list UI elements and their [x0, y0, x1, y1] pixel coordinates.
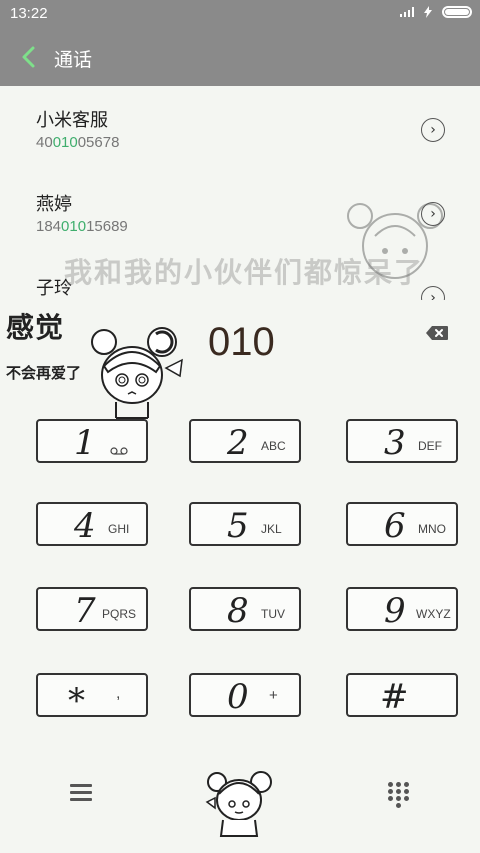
dial-key-hash[interactable]: #: [346, 673, 458, 717]
battery-icon: [442, 6, 472, 18]
contact-name: 燕婷: [36, 194, 72, 215]
chevron-right-icon[interactable]: ›: [421, 118, 445, 142]
contact-item[interactable]: 小米客服 4001005678 ›: [0, 86, 480, 170]
charging-icon: [424, 6, 432, 18]
dial-key-8[interactable]: 8 TUV: [189, 587, 301, 631]
dialpad-icon[interactable]: [388, 782, 410, 808]
status-bar: 13:22: [0, 0, 480, 28]
page-title: 通话: [54, 49, 93, 71]
bottom-bar: [0, 752, 480, 853]
backspace-icon[interactable]: [425, 325, 449, 341]
contact-name: 小米客服: [36, 110, 108, 131]
dial-key-5[interactable]: 5 JKL: [189, 502, 301, 546]
dial-key-6[interactable]: 6 MNO: [346, 502, 458, 546]
dial-key-0[interactable]: 0 +: [189, 673, 301, 717]
contact-number: 18401015689: [36, 218, 128, 235]
dial-key-4[interactable]: 4 GHI: [36, 502, 148, 546]
status-icons: [400, 6, 472, 18]
status-time: 13:22: [10, 5, 48, 22]
signal-icon: [400, 7, 414, 17]
dial-key-7[interactable]: 7 PQRS: [36, 587, 148, 631]
app-bar: 通话: [0, 28, 480, 86]
dial-key-2[interactable]: 2 ABC: [189, 419, 301, 463]
dialed-number: 010: [208, 320, 275, 364]
dial-key-1[interactable]: 1: [36, 419, 148, 463]
dial-key-star[interactable]: * ,: [36, 673, 148, 721]
menu-icon[interactable]: [70, 784, 92, 802]
dial-key-3[interactable]: 3 DEF: [346, 419, 458, 463]
overlay-title: 感觉: [6, 311, 65, 344]
overlay-subtitle: 不会再爱了: [6, 364, 82, 382]
chibi-sticker-image: [91, 327, 183, 419]
call-button[interactable]: [205, 762, 275, 838]
watermark-text: 我和我的小伙伴们都惊呆了: [64, 256, 425, 289]
voicemail-icon: [110, 447, 128, 455]
back-arrow-icon[interactable]: [18, 44, 40, 70]
dial-key-9[interactable]: 9 WXYZ: [346, 587, 458, 631]
contact-number: 4001005678: [36, 134, 120, 151]
